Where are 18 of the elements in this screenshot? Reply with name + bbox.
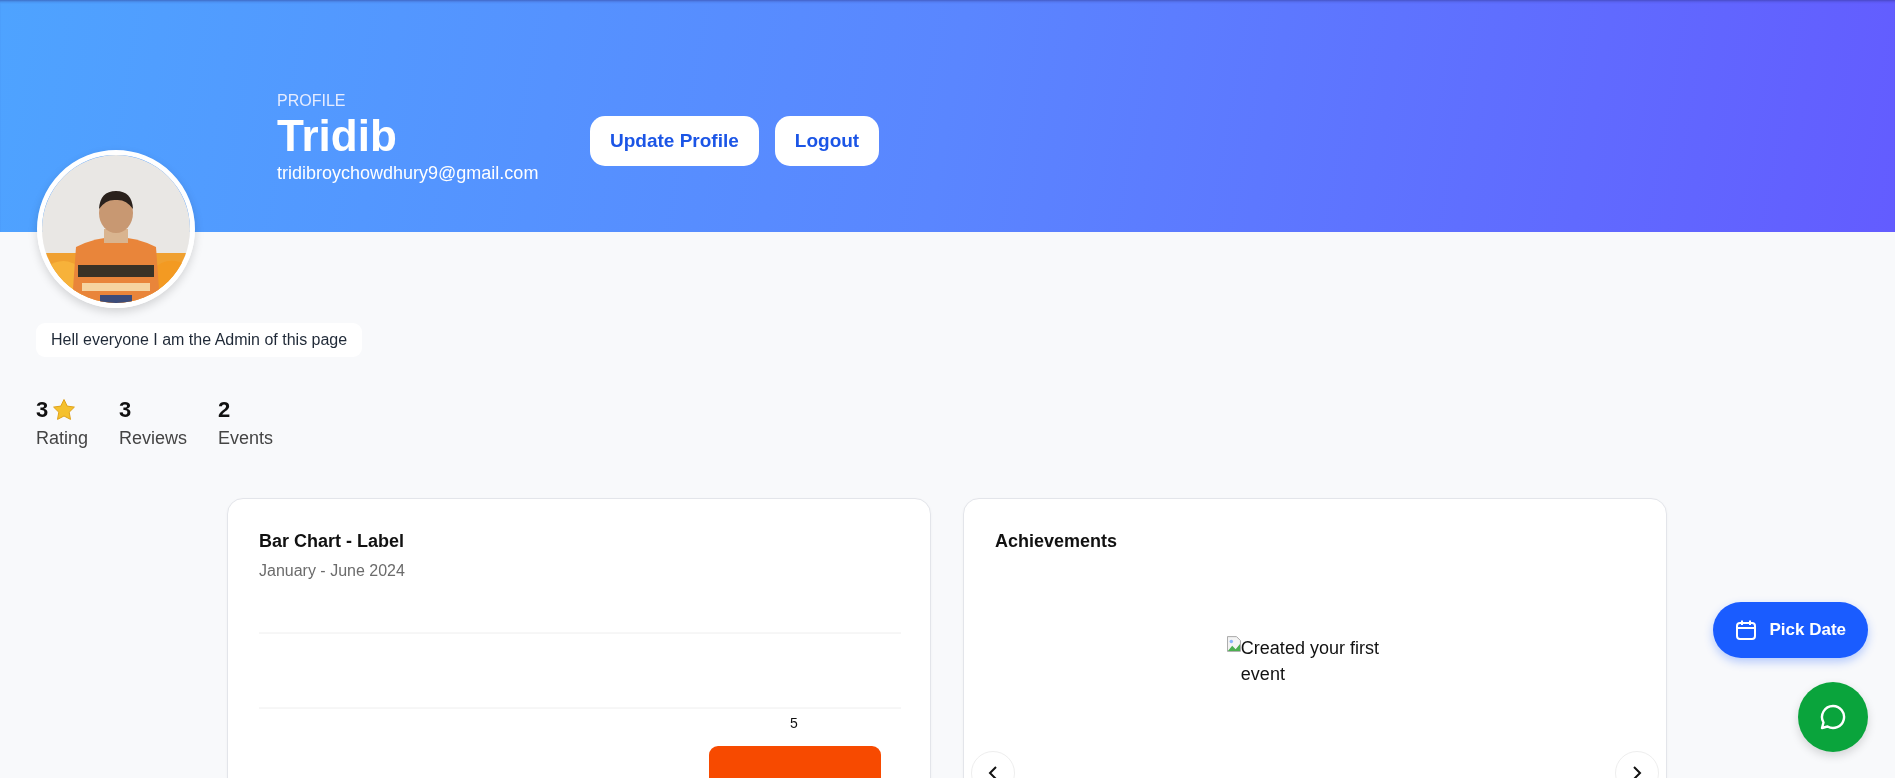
page-eyebrow: PROFILE: [277, 91, 347, 111]
stat-value: 2: [218, 396, 231, 424]
stat-label: Rating: [36, 427, 89, 450]
profile-name: Tridib: [277, 111, 398, 161]
stat-label: Events: [218, 427, 274, 450]
card-subtitle: January - June 2024: [259, 561, 406, 581]
card-title: Achievements: [995, 530, 1118, 553]
pick-date-button[interactable]: Pick Date: [1713, 602, 1868, 658]
profile-email: tridibroychowdhury9@gmail.com: [277, 162, 540, 185]
bio-text: Hell everyone I am the Admin of this page: [36, 323, 363, 357]
bar-value-label: 5: [790, 715, 798, 731]
stat-value: 3: [36, 396, 49, 424]
stat-value: 3: [119, 396, 132, 424]
card-title: Bar Chart - Label: [259, 530, 405, 553]
image-alt-text: Created your first event: [1240, 637, 1380, 686]
update-profile-button[interactable]: Update Profile: [590, 116, 759, 166]
stat-label: Reviews: [119, 427, 188, 450]
logout-button[interactable]: Logout: [774, 116, 880, 166]
